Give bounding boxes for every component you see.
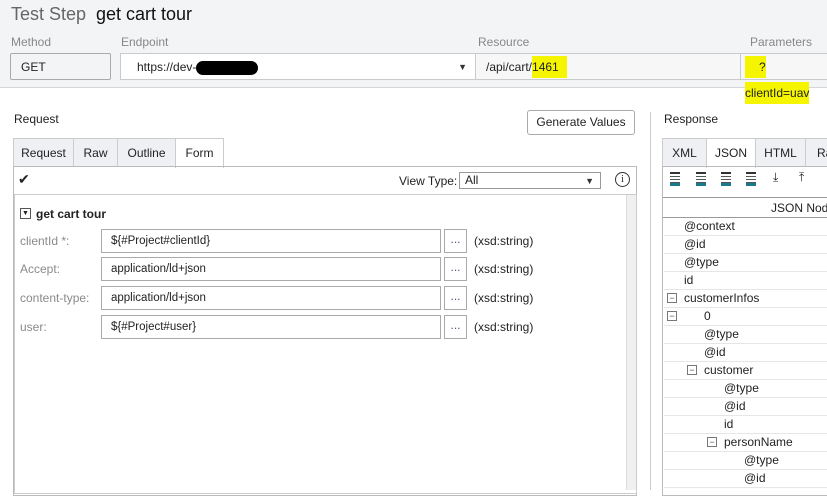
param-input[interactable]: ${#Project#clientId} (101, 229, 441, 253)
param-label: user: (20, 320, 47, 334)
parameters-input[interactable]: ?clientId=uav (740, 53, 827, 104)
node-label: @context (684, 219, 735, 233)
param-label: clientId *: (20, 234, 70, 248)
resource-id: 1461 (532, 56, 567, 78)
param-type: (xsd:string) (474, 262, 534, 276)
collapse-node-icon[interactable]: − (667, 293, 677, 303)
view-type-label: View Type: (399, 174, 458, 188)
node-label: @type (724, 381, 759, 395)
tree-node[interactable]: − customer (664, 362, 827, 380)
chevron-down-icon[interactable]: ▼ (458, 54, 467, 80)
param-type: (xsd:string) (474, 291, 534, 305)
collapse-all-icon[interactable]: ⤒ (799, 170, 804, 185)
tree-node[interactable]: id (664, 416, 827, 434)
endpoint-combo[interactable]: https://dev- ▼ (120, 53, 476, 80)
param-label: Accept: (20, 262, 61, 276)
node-label: 0 (704, 309, 711, 323)
collapse-icon[interactable]: ▼ (20, 208, 31, 219)
node-label: @type (744, 453, 779, 467)
tab-raw[interactable]: Raw (73, 138, 118, 167)
collapse-node-icon[interactable]: − (707, 437, 717, 447)
expand-icon[interactable]: ⤓ (773, 170, 778, 185)
chevron-down-icon: ▼ (585, 176, 594, 186)
param-input[interactable]: application/ld+json (101, 257, 441, 281)
node-label: personName (724, 435, 793, 449)
tree-node[interactable]: @type (664, 380, 827, 398)
info-icon[interactable]: i (615, 172, 630, 187)
node-label: @id (684, 237, 706, 251)
tab-html[interactable]: HTML (755, 138, 806, 167)
parameters-value: ?clientId=uav (745, 56, 810, 104)
tree-node[interactable]: @type (664, 326, 827, 344)
response-label: Response (664, 112, 719, 126)
title-prefix: Test Step (11, 4, 87, 24)
scrollbar[interactable] (626, 195, 636, 490)
method-label: Method (11, 35, 52, 49)
node-label: customer (704, 363, 754, 377)
tab-form[interactable]: Form (175, 138, 224, 168)
param-edit-button[interactable]: ... (444, 286, 467, 310)
collapse-node-icon[interactable]: − (667, 311, 677, 321)
view-type-value: All (465, 173, 479, 187)
align-icon[interactable] (746, 172, 756, 186)
collapse-node-icon[interactable]: − (687, 365, 697, 375)
column-label: JSON Node (771, 201, 827, 215)
param-edit-button[interactable]: ... (444, 257, 467, 281)
node-label: @id (704, 345, 726, 359)
tree-node[interactable]: @id (664, 398, 827, 416)
endpoint-label: Endpoint (121, 35, 169, 49)
tab-request[interactable]: Request (13, 138, 74, 167)
tab-outline[interactable]: Outline (117, 138, 176, 167)
resource-input[interactable]: /api/cart/1461 (475, 53, 741, 80)
param-type: (xsd:string) (474, 234, 534, 248)
node-label: @id (744, 471, 766, 485)
tab-xml[interactable]: XML (662, 138, 707, 167)
method-value: GET (21, 60, 46, 74)
param-edit-button[interactable]: ... (444, 229, 467, 253)
validate-icon[interactable]: ✔ (18, 171, 30, 188)
request-label: Request (14, 112, 59, 126)
tree-node[interactable]: @type (664, 452, 827, 470)
redaction (196, 60, 259, 75)
resource-prefix: /api/cart/ (486, 60, 533, 74)
tree-node[interactable]: − personName (664, 434, 827, 452)
tree-node[interactable]: − customerInfos (664, 290, 827, 308)
param-type: (xsd:string) (474, 320, 534, 334)
param-edit-button[interactable]: ... (444, 315, 467, 339)
resource-label: Resource (478, 35, 530, 49)
node-label: id (684, 273, 694, 287)
parameters-label: Parameters (750, 35, 813, 49)
node-label: @type (684, 255, 719, 269)
param-input[interactable]: application/ld+json (101, 286, 441, 310)
tree-node[interactable]: @id (664, 470, 827, 488)
json-node-column-header[interactable]: JSON Node (663, 197, 827, 218)
tree-node[interactable]: −0 (664, 308, 827, 326)
align-icon[interactable] (670, 172, 680, 186)
tree-node[interactable]: @id (664, 344, 827, 362)
view-type-select[interactable]: All ▼ (459, 172, 601, 189)
node-label: id (724, 417, 734, 431)
tree-node[interactable]: id (664, 272, 827, 290)
align-icon[interactable] (696, 172, 706, 186)
endpoint-value: https://dev- (137, 60, 197, 74)
align-icon[interactable] (721, 172, 731, 186)
param-input[interactable]: ${#Project#user} (101, 315, 441, 339)
form-title: get cart tour (36, 207, 107, 221)
tab-json[interactable]: JSON (706, 138, 756, 168)
tree-node[interactable]: @type (664, 254, 827, 272)
method-select[interactable]: GET (10, 53, 111, 80)
tree-node[interactable]: @context (664, 218, 827, 236)
tab-raw-response[interactable]: Raw (805, 138, 827, 167)
generate-values-button[interactable]: Generate Values (527, 110, 635, 135)
node-label: @type (704, 327, 739, 341)
page-title: get cart tour (96, 4, 193, 24)
param-label: content-type: (20, 291, 90, 305)
node-label: customerInfos (684, 291, 760, 305)
tree-node[interactable]: @id (664, 236, 827, 254)
splitter[interactable] (650, 112, 651, 490)
node-label: @id (724, 399, 746, 413)
